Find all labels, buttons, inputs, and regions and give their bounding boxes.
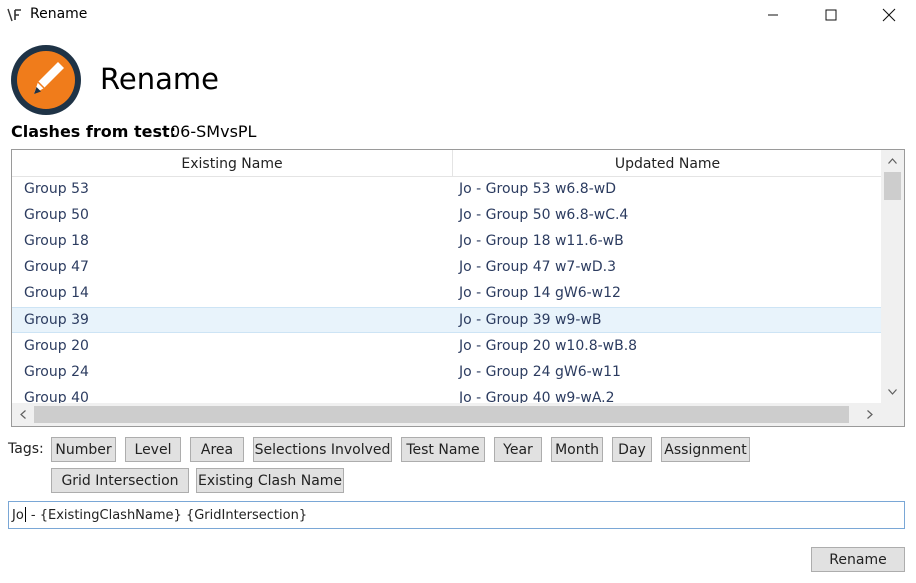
chevron-left-icon	[20, 410, 26, 419]
scroll-up-button[interactable]	[881, 150, 904, 172]
tag-grid-intersection-button[interactable]: Grid Intersection	[51, 468, 189, 493]
table-row[interactable]: Group 40 Jo - Group 40 w9-wA.2	[12, 386, 881, 403]
tag-assignment-button[interactable]: Assignment	[661, 437, 750, 462]
updated-name-cell: Jo - Group 20 w10.8-wB.8	[459, 338, 638, 354]
updated-name-cell: Jo - Group 53 w6.8-wD	[459, 181, 616, 197]
table-header: Existing Name Updated Name	[12, 150, 881, 177]
table-row[interactable]: Group 50 Jo - Group 50 w6.8-wC.4	[12, 203, 881, 229]
table-body: Group 53 Jo - Group 53 w6.8-wD Group 50 …	[12, 177, 881, 403]
tag-area-button[interactable]: Area	[190, 437, 244, 462]
tag-number-button[interactable]: Number	[51, 437, 116, 462]
tag-year-button[interactable]: Year	[494, 437, 542, 462]
minimize-button[interactable]	[750, 0, 796, 30]
close-icon	[882, 8, 896, 22]
column-header-updated-name[interactable]: Updated Name	[454, 150, 881, 177]
updated-name-cell: Jo - Group 50 w6.8-wC.4	[459, 207, 629, 223]
table-row-selected[interactable]: Group 39 Jo - Group 39 w9-wB	[12, 307, 881, 333]
existing-name-cell: Group 24	[24, 364, 89, 380]
formula-text-after-caret: - {ExistingClashName} {GridIntersection}	[26, 508, 308, 523]
clashes-test-name: 06-SMvsPL	[170, 122, 257, 141]
scroll-left-button[interactable]	[12, 403, 34, 426]
rename-button[interactable]: Rename	[811, 547, 905, 572]
orange-pencil-logo	[11, 45, 81, 115]
app-pen-icon	[7, 8, 21, 22]
maximize-icon	[825, 9, 837, 21]
rename-formula-input[interactable]: Jo - {ExistingClashName} {GridIntersecti…	[8, 501, 905, 529]
existing-name-cell: Group 20	[24, 338, 89, 354]
tags-label: Tags:	[8, 441, 44, 457]
scrollbar-corner	[881, 403, 904, 426]
tag-day-button[interactable]: Day	[612, 437, 652, 462]
clashes-label: Clashes from test:	[11, 122, 177, 141]
updated-name-cell: Jo - Group 39 w9-wB	[459, 312, 602, 328]
scroll-down-button[interactable]	[881, 381, 904, 403]
page-title: Rename	[100, 62, 219, 96]
tag-selections-involved-button[interactable]: Selections Involved	[253, 437, 392, 462]
tag-test-name-button[interactable]: Test Name	[401, 437, 485, 462]
horizontal-scrollbar[interactable]	[12, 403, 881, 426]
updated-name-cell: Jo - Group 24 gW6-w11	[459, 364, 621, 380]
existing-name-cell: Group 53	[24, 181, 89, 197]
updated-name-cell: Jo - Group 14 gW6-w12	[459, 285, 621, 301]
tag-existing-clash-name-button[interactable]: Existing Clash Name	[196, 468, 344, 493]
chevron-right-icon	[867, 410, 873, 419]
close-button[interactable]	[866, 0, 912, 30]
rename-preview-table: Existing Name Updated Name Group 53 Jo -…	[11, 149, 905, 427]
table-row[interactable]: Group 47 Jo - Group 47 w7-wD.3	[12, 255, 881, 281]
existing-name-cell: Group 39	[24, 312, 89, 328]
chevron-down-icon	[888, 389, 897, 395]
vertical-scroll-thumb[interactable]	[884, 172, 901, 200]
window-title: Rename	[30, 6, 88, 22]
chevron-up-icon	[888, 158, 897, 164]
table-row[interactable]: Group 18 Jo - Group 18 w11.6-wB	[12, 229, 881, 255]
existing-name-cell: Group 50	[24, 207, 89, 223]
existing-name-cell: Group 14	[24, 285, 89, 301]
table-row[interactable]: Group 53 Jo - Group 53 w6.8-wD	[12, 177, 881, 203]
updated-name-cell: Jo - Group 40 w9-wA.2	[459, 390, 615, 403]
horizontal-scroll-thumb[interactable]	[34, 406, 849, 423]
existing-name-cell: Group 40	[24, 390, 89, 403]
scroll-right-button[interactable]	[859, 403, 881, 426]
vertical-scrollbar[interactable]	[881, 150, 904, 403]
formula-text-before-caret: Jo	[12, 508, 24, 523]
existing-name-cell: Group 18	[24, 233, 89, 249]
updated-name-cell: Jo - Group 18 w11.6-wB	[459, 233, 624, 249]
minimize-icon	[768, 14, 778, 16]
table-row[interactable]: Group 20 Jo - Group 20 w10.8-wB.8	[12, 334, 881, 360]
title-bar: Rename	[0, 0, 916, 30]
existing-name-cell: Group 47	[24, 259, 89, 275]
tag-month-button[interactable]: Month	[551, 437, 603, 462]
text-caret	[24, 507, 26, 522]
tag-level-button[interactable]: Level	[125, 437, 181, 462]
column-header-existing-name[interactable]: Existing Name	[12, 150, 453, 177]
maximize-button[interactable]	[808, 0, 854, 30]
table-row[interactable]: Group 24 Jo - Group 24 gW6-w11	[12, 360, 881, 386]
table-row[interactable]: Group 14 Jo - Group 14 gW6-w12	[12, 281, 881, 307]
updated-name-cell: Jo - Group 47 w7-wD.3	[459, 259, 616, 275]
